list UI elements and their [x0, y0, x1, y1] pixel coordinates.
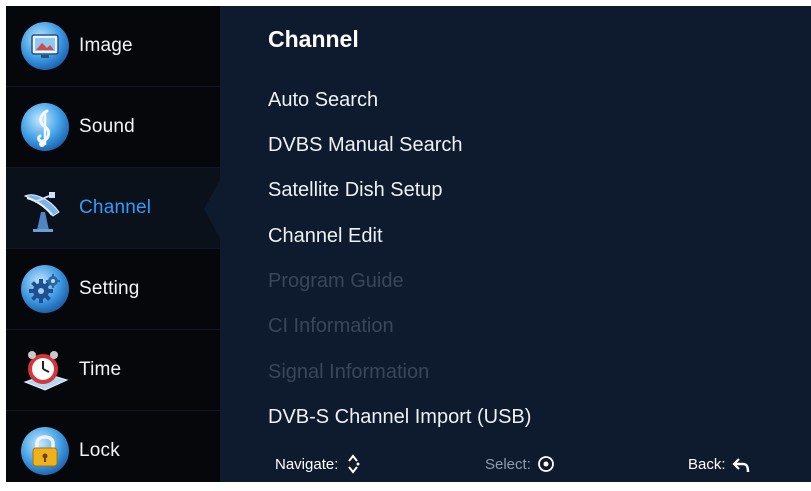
- sidebar-item-label: Channel: [79, 197, 152, 218]
- image-icon: [21, 22, 69, 70]
- category-sidebar: Image Sound Channel Setting Time Lock: [6, 6, 226, 482]
- select-label: Select:: [485, 455, 531, 473]
- sidebar-item-label: Time: [79, 359, 122, 380]
- sidebar-item-image[interactable]: Image: [6, 6, 220, 86]
- back-label: Back:: [688, 455, 726, 473]
- up-down-arrows-icon: [348, 454, 360, 474]
- sidebar-item-setting[interactable]: Setting: [6, 249, 220, 329]
- sidebar-item-time[interactable]: Time: [6, 330, 220, 410]
- sidebar-item-label: Setting: [79, 278, 140, 299]
- navigate-label: Navigate:: [275, 455, 339, 473]
- menu-item-dvbs-channel-import-usb[interactable]: DVB-S Channel Import (USB): [268, 406, 531, 429]
- menu-item-signal-information: Signal Information: [268, 361, 430, 383]
- channel-panel: Channel Auto Search DVBS Manual Search S…: [220, 6, 811, 482]
- page-title: Channel: [268, 26, 359, 52]
- menu-item-dvbs-manual-search[interactable]: DVBS Manual Search: [268, 134, 463, 157]
- sidebar-item-label: Image: [79, 35, 133, 56]
- alarm-clock-icon: [23, 351, 69, 391]
- menu-item-ci-information: CI Information: [268, 315, 394, 337]
- back-hint: Back:: [688, 451, 750, 477]
- tv-menu-screen: Image Sound Channel Setting Time Lock Ch…: [0, 0, 811, 482]
- ok-button-icon: [537, 456, 554, 472]
- sidebar-item-label: Lock: [79, 440, 120, 461]
- menu-item-auto-search[interactable]: Auto Search: [268, 89, 378, 112]
- music-note-icon: [21, 103, 69, 151]
- sidebar-item-label: Sound: [79, 116, 135, 137]
- gear-icon: [21, 265, 69, 313]
- menu-item-channel-edit[interactable]: Channel Edit: [268, 225, 383, 248]
- menu-item-satellite-dish-setup[interactable]: Satellite Dish Setup: [268, 179, 443, 202]
- return-arrow-icon: [731, 458, 749, 473]
- navigate-hint: Navigate:: [275, 451, 362, 477]
- sidebar-item-channel[interactable]: Channel: [6, 168, 220, 248]
- menu-item-program-guide: Program Guide: [268, 270, 404, 292]
- satellite-dish-icon: [23, 192, 60, 232]
- select-hint: Select:: [485, 451, 555, 477]
- sidebar-item-sound[interactable]: Sound: [6, 87, 220, 167]
- sidebar-item-lock[interactable]: Lock: [6, 411, 220, 491]
- padlock-icon: [21, 427, 69, 475]
